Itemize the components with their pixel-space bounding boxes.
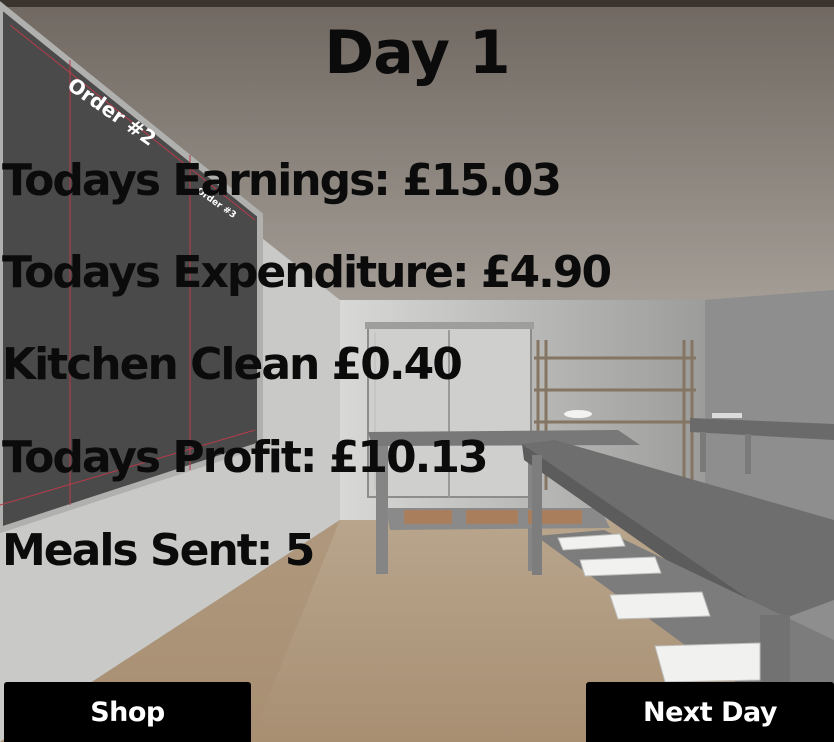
day-title: Day 1	[324, 18, 510, 88]
kitchen-clean-cost: Kitchen Clean £0.40	[2, 339, 463, 390]
next-day-button[interactable]: Next Day	[586, 682, 834, 742]
todays-earnings: Todays Earnings: £15.03	[2, 155, 562, 206]
todays-profit: Todays Profit: £10.13	[2, 432, 489, 483]
meals-sent: Meals Sent: 5	[2, 525, 315, 576]
end-of-day-summary: Day 1 Todays Earnings: £15.03 Todays Exp…	[0, 0, 834, 742]
todays-expenditure: Todays Expenditure: £4.90	[2, 247, 612, 298]
shop-button[interactable]: Shop	[4, 682, 251, 742]
